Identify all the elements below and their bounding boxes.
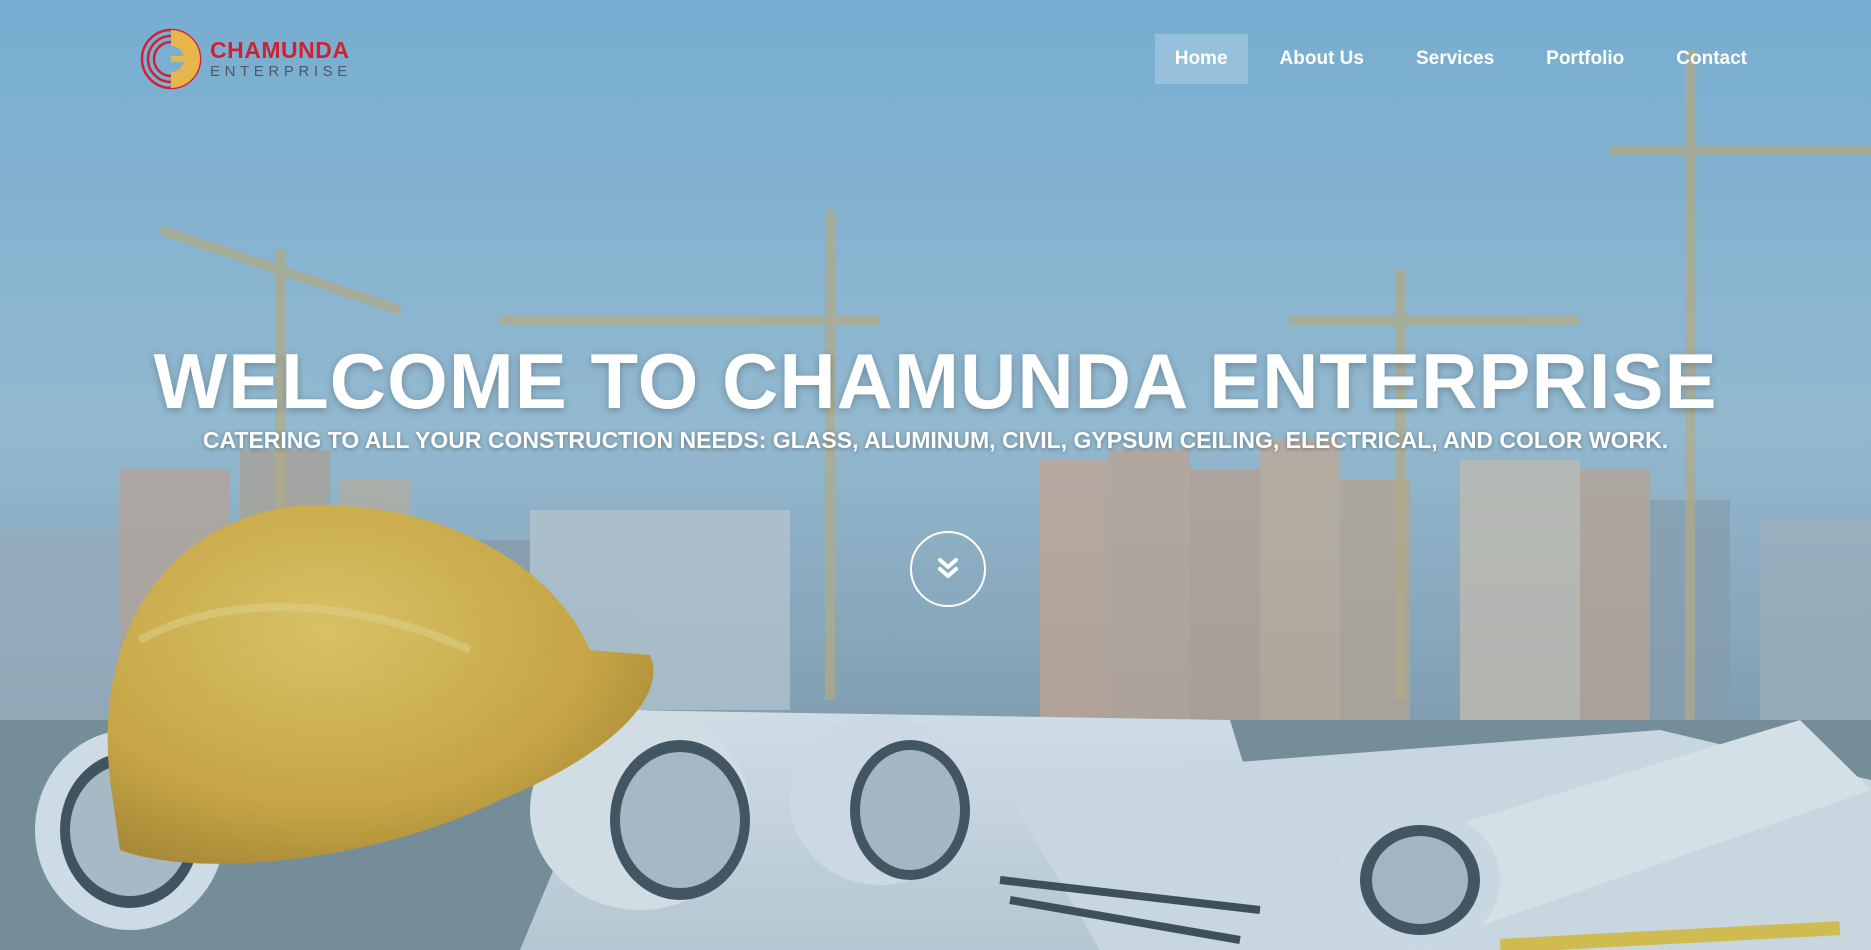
- main-navigation: Home About Us Services Portfolio Contact: [1143, 34, 1767, 84]
- brand-tagline: ENTERPRISE: [210, 63, 352, 80]
- chamunda-logo-mark-icon: [140, 28, 202, 90]
- scroll-down-button[interactable]: [910, 531, 986, 607]
- hero-subtitle: CATERING TO ALL YOUR CONSTRUCTION NEEDS:…: [202, 427, 1669, 453]
- double-chevron-down-icon: [938, 558, 958, 578]
- hero-section: CHAMUNDA ENTERPRISE Home About Us Servic…: [0, 0, 1871, 950]
- brand-wordmark: CHAMUNDA ENTERPRISE: [210, 37, 352, 80]
- brand-logo[interactable]: CHAMUNDA ENTERPRISE: [140, 28, 352, 90]
- nav-item-portfolio[interactable]: Portfolio: [1526, 34, 1644, 84]
- brand-name: CHAMUNDA: [210, 37, 350, 63]
- nav-item-contact[interactable]: Contact: [1656, 34, 1767, 84]
- hero-title: WELCOME TO CHAMUNDA ENTERPRISE: [153, 337, 1718, 425]
- nav-item-services[interactable]: Services: [1396, 34, 1514, 84]
- nav-item-home[interactable]: Home: [1154, 34, 1248, 84]
- nav-item-about-us[interactable]: About Us: [1260, 34, 1384, 84]
- hero-background-image: [0, 0, 1871, 950]
